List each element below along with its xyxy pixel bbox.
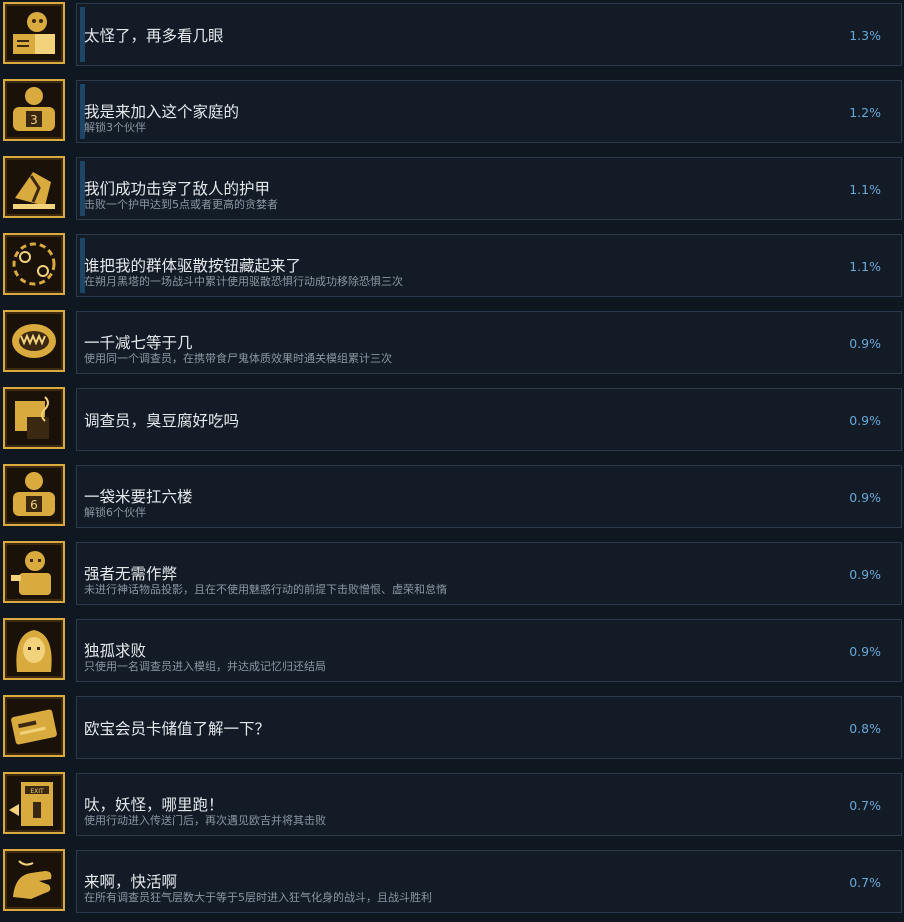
achievement-card: 欧宝会员卡储值了解一下？ 0.8% (76, 696, 902, 759)
achievement-description: 在所有调查员狂气层数大于等于5层时进入狂气化身的战斗，且战斗胜利 (84, 891, 432, 904)
achievement-description: 击败一个护甲达到5点或者更高的贪婪者 (84, 198, 278, 211)
exit-door-icon: EXIT (9, 782, 53, 826)
achievement-row: 太怪了，再多看几眼 1.3% (0, 0, 904, 77)
achievement-card: 谁把我的群体驱散按钮藏起来了 在朔月黑塔的一场战斗中累计使用驱散恐惧行动成功移除… (76, 234, 902, 297)
unlock-percentage: 0.9% (849, 490, 881, 505)
achievement-title: 欧宝会员卡储值了解一下？ (84, 720, 271, 738)
achievement-card: 强者无需作弊 未进行神话物品投影，且在不使用魅惑行动的前提下击败憎恨、虚荣和怠惰… (76, 542, 902, 605)
achievement-card: 呔，妖怪，哪里跑！ 使用行动进入传送门后，再次遇见欧吉并将其击败 0.7% (76, 773, 902, 836)
stinky-tofu-icon (15, 396, 49, 439)
achievement-row: 我们成功击穿了敌人的护甲 击败一个护甲达到5点或者更高的贪婪者 1.1% (0, 154, 904, 231)
unlock-percentage: 0.8% (849, 721, 881, 736)
strong-figure-icon (11, 551, 51, 595)
unlock-percentage: 0.7% (849, 875, 881, 890)
member-card-icon (11, 709, 57, 745)
unlock-percentage: 0.9% (849, 644, 881, 659)
achievement-description: 在朔月黑塔的一场战斗中累计使用驱散恐惧行动成功移除恐惧三次 (84, 275, 403, 288)
spiral-eyes-icon (12, 242, 56, 286)
unlock-percentage: 1.2% (849, 105, 881, 120)
achievement-list: 太怪了，再多看几眼 1.3% 3 我是来加入这个家庭的 解锁3个伙伴 1.2% … (0, 0, 904, 922)
achievement-description: 只使用一名调查员进入模组，并达成记忆归还结局 (84, 660, 326, 673)
achievement-card: 我是来加入这个家庭的 解锁3个伙伴 1.2% (76, 80, 902, 143)
achievement-card: 一袋米要扛六楼 解锁6个伙伴 0.9% (76, 465, 902, 528)
achievement-row: EXIT 呔，妖怪，哪里跑！ 使用行动进入传送门后，再次遇见欧吉并将其击败 0.… (0, 770, 904, 847)
achievement-icon (3, 695, 65, 757)
svg-text:6: 6 (30, 498, 38, 512)
achievement-card: 独孤求败 只使用一名调查员进入模组，并达成记忆归还结局 0.9% (76, 619, 902, 682)
achievement-icon (3, 310, 65, 372)
achievement-row: 调查员，臭豆腐好吃吗 0.9% (0, 385, 904, 462)
broken-armor-icon (13, 172, 55, 209)
achievement-card: 我们成功击穿了敌人的护甲 击败一个护甲达到5点或者更高的贪婪者 1.1% (76, 157, 902, 220)
achievement-icon (3, 849, 65, 911)
achievement-description: 使用同一个调查员，在携带食尸鬼体质效果时通关模组累计三次 (84, 352, 392, 365)
achievement-card: 太怪了，再多看几眼 1.3% (76, 3, 902, 66)
companion-3-icon: 3 (13, 87, 55, 131)
achievement-title: 调查员，臭豆腐好吃吗 (84, 412, 240, 430)
reading-book-icon (13, 12, 55, 54)
achievement-row: 谁把我的群体驱散按钮藏起来了 在朔月黑塔的一场战斗中累计使用驱散恐惧行动成功移除… (0, 231, 904, 308)
achievement-description: 解锁3个伙伴 (84, 121, 146, 134)
achievement-icon (3, 541, 65, 603)
unlock-percentage: 0.7% (849, 798, 881, 813)
achievement-row: 欧宝会员卡储值了解一下？ 0.8% (0, 693, 904, 770)
achievement-row: 独孤求败 只使用一名调查员进入模组，并达成记忆归还结局 0.9% (0, 616, 904, 693)
achievement-card: 调查员，臭豆腐好吃吗 0.9% (76, 388, 902, 451)
unlock-percentage: 1.1% (849, 259, 881, 274)
achievement-description: 解锁6个伙伴 (84, 506, 146, 519)
lone-hero-icon (16, 630, 52, 672)
achievement-icon (3, 156, 65, 218)
achievement-icon: 3 (3, 79, 65, 141)
achievement-row: 来啊，快活啊 在所有调查员狂气层数大于等于5层时进入狂气化身的战斗，且战斗胜利 … (0, 847, 904, 922)
achievement-row: 3 我是来加入这个家庭的 解锁3个伙伴 1.2% (0, 77, 904, 154)
achievement-icon (3, 387, 65, 449)
achievement-icon: 6 (3, 464, 65, 526)
unlock-percentage: 1.3% (849, 28, 881, 43)
achievement-icon (3, 2, 65, 64)
unlock-percentage: 0.9% (849, 336, 881, 351)
achievement-row: 强者无需作弊 未进行神话物品投影，且在不使用魅惑行动的前提下击败憎恨、虚荣和怠惰… (0, 539, 904, 616)
achievement-description: 未进行神话物品投影，且在不使用魅惑行动的前提下击败憎恨、虚荣和怠惰 (84, 583, 447, 596)
ecstasy-hand-icon (13, 860, 52, 899)
achievement-icon (3, 233, 65, 295)
achievement-card: 一千减七等于几 使用同一个调查员，在携带食尸鬼体质效果时通关模组累计三次 0.9… (76, 311, 902, 374)
unlock-percentage: 1.1% (849, 182, 881, 197)
achievement-card: 来啊，快活啊 在所有调查员狂气层数大于等于5层时进入狂气化身的战斗，且战斗胜利 … (76, 850, 902, 913)
achievement-title: 太怪了，再多看几眼 (84, 27, 224, 45)
svg-text:EXIT: EXIT (30, 788, 44, 795)
achievement-icon: EXIT (3, 772, 65, 834)
achievement-row: 一千减七等于几 使用同一个调查员，在携带食尸鬼体质效果时通关模组累计三次 0.9… (0, 308, 904, 385)
unlock-percentage: 0.9% (849, 413, 881, 428)
achievement-icon (3, 618, 65, 680)
ghoul-mouth-icon (12, 324, 56, 358)
achievement-row: 6 一袋米要扛六楼 解锁6个伙伴 0.9% (0, 462, 904, 539)
companion-6-icon: 6 (13, 472, 55, 516)
unlock-percentage: 0.9% (849, 567, 881, 582)
achievement-description: 使用行动进入传送门后，再次遇见欧吉并将其击败 (84, 814, 326, 827)
svg-text:3: 3 (30, 113, 38, 127)
